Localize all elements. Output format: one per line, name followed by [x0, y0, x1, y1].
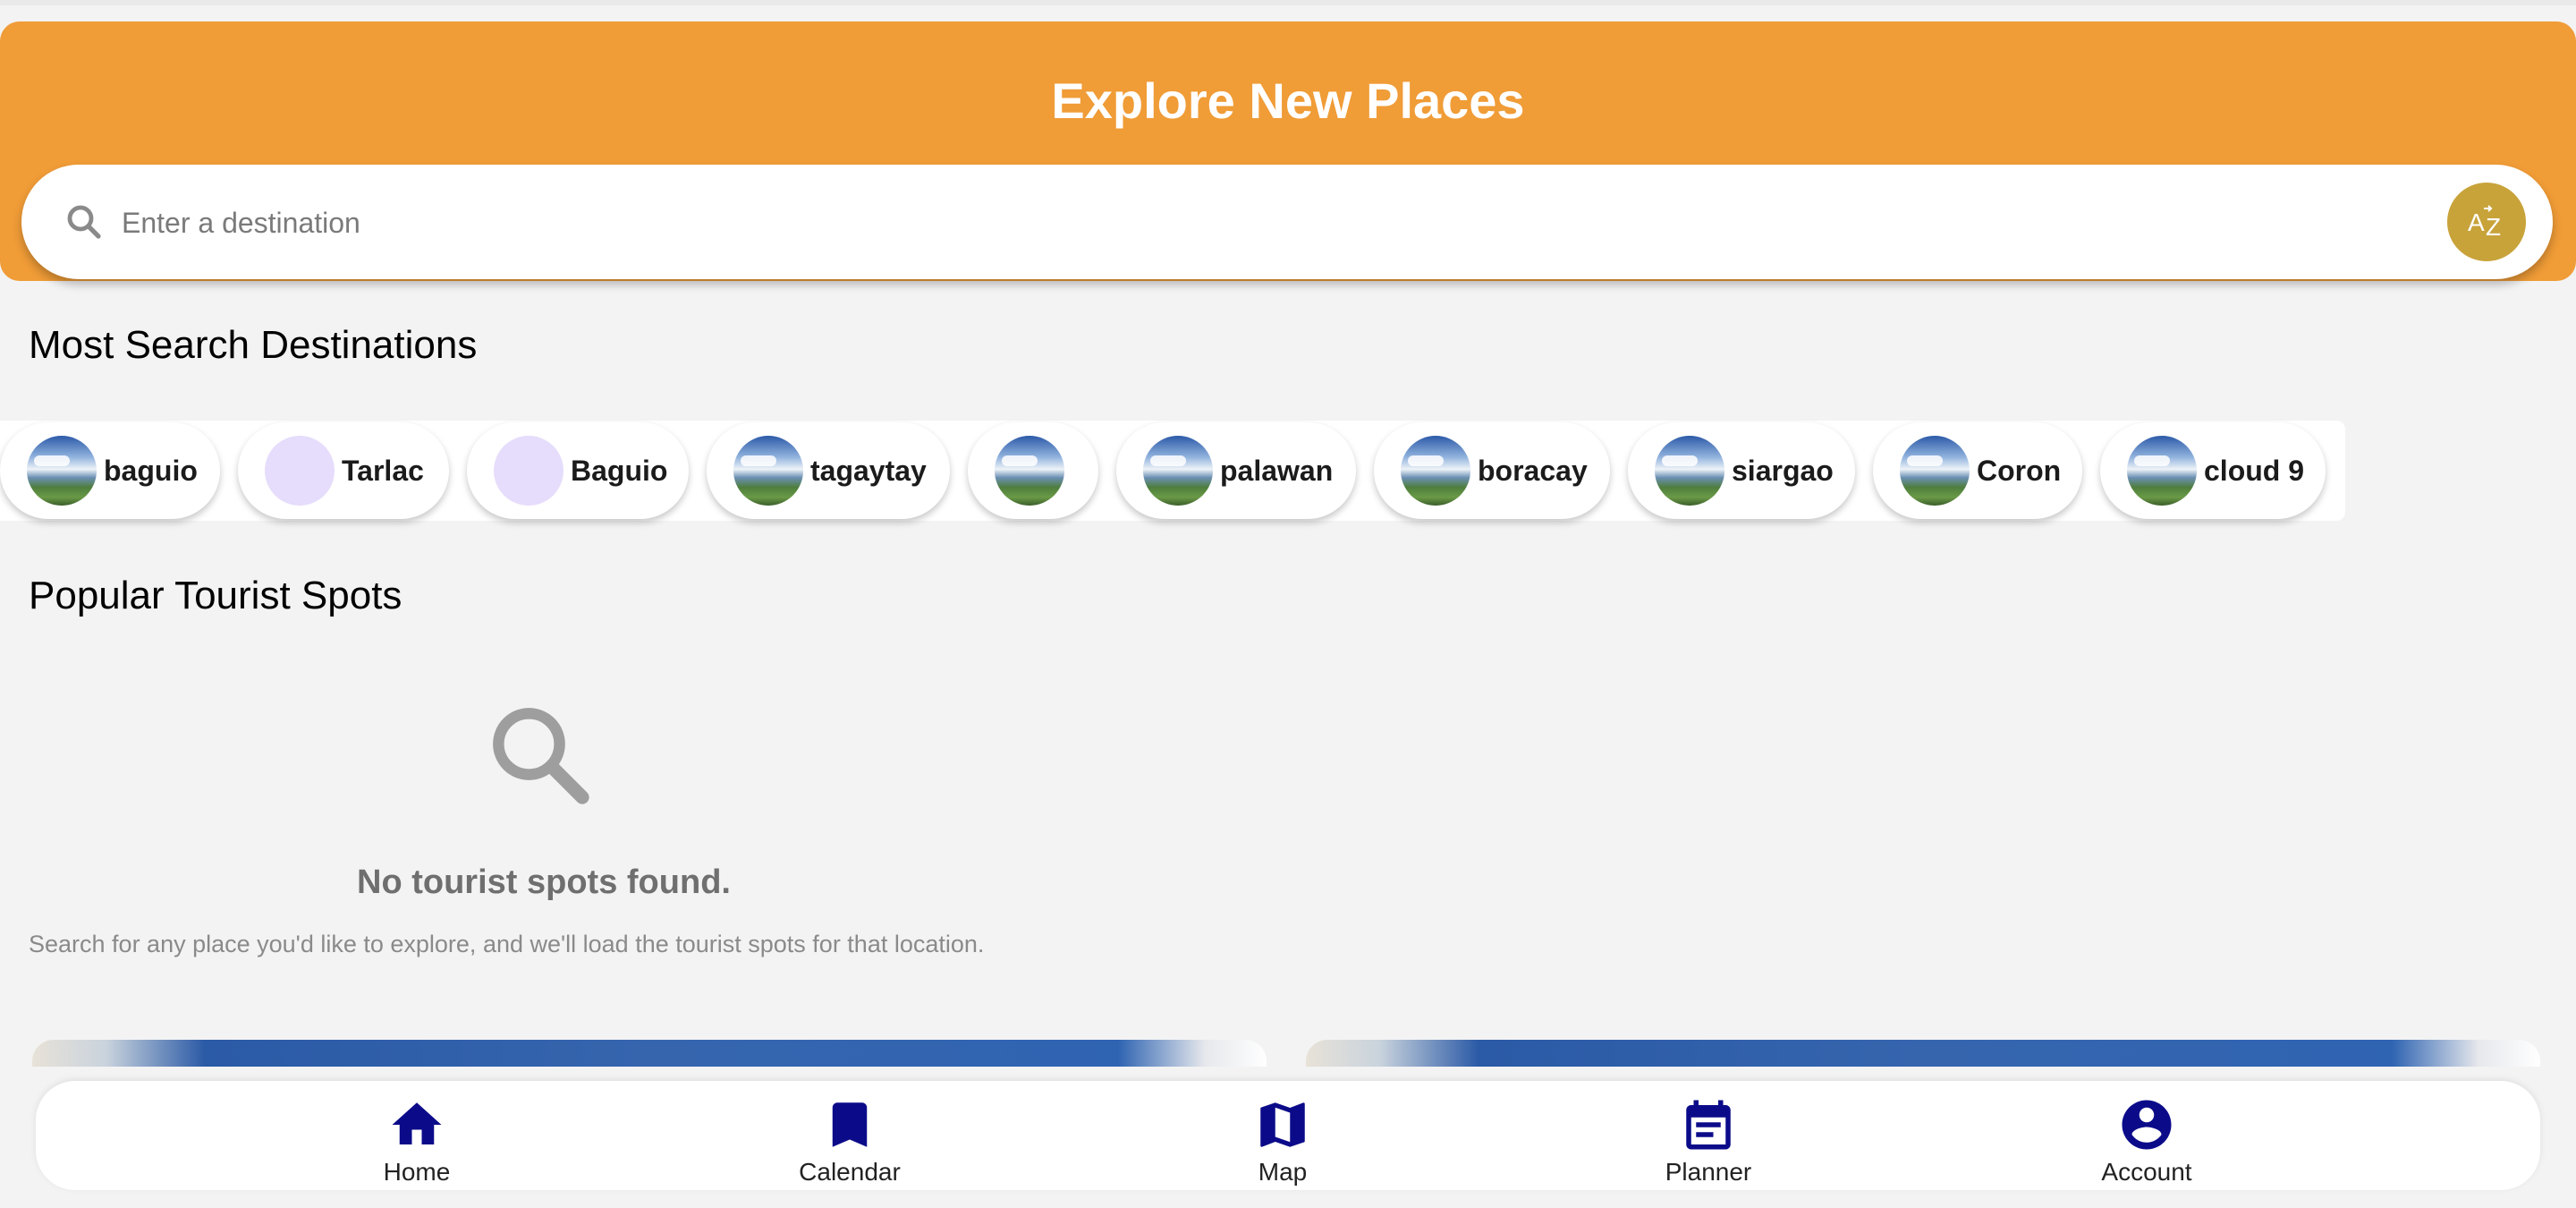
- svg-text:Z: Z: [2486, 213, 2501, 241]
- search-icon: [493, 708, 589, 804]
- sort-az-button[interactable]: A Z: [2447, 183, 2526, 261]
- destination-chip-label: Tarlac: [342, 454, 424, 487]
- empty-state-description: Search for any place you'd like to explo…: [29, 931, 985, 957]
- destination-avatar: [1655, 436, 1724, 506]
- account-icon: [2122, 1100, 2172, 1150]
- destination-chip[interactable]: Tarlac: [238, 422, 449, 519]
- destination-chip[interactable]: palawan: [1116, 422, 1356, 519]
- destination-chip[interactable]: baguio: [0, 422, 220, 519]
- destination-avatar: [265, 436, 335, 506]
- nav-label-account: Account: [2101, 1158, 2192, 1186]
- destination-avatar: [27, 436, 97, 506]
- empty-state-title: No tourist spots found.: [357, 863, 731, 901]
- most-searched-title: Most Search Destinations: [29, 323, 478, 367]
- destination-chip-label: Coron: [1977, 454, 2062, 487]
- page-title: Explore New Places: [1051, 72, 1525, 129]
- destination-avatar: [1900, 436, 1970, 506]
- destination-chip-label: tagaytay: [810, 454, 927, 487]
- nav-item-calendar[interactable]: Calendar: [751, 1090, 948, 1188]
- tourist-spot-card[interactable]: [32, 1040, 1267, 1067]
- nav-label-home: Home: [383, 1158, 451, 1186]
- destination-chip-label: boracay: [1478, 454, 1588, 487]
- destination-chip[interactable]: tagaytay: [707, 422, 950, 519]
- bookmark-icon: [832, 1102, 868, 1147]
- map-icon: [1260, 1102, 1305, 1147]
- destination-avatar: [995, 436, 1064, 506]
- destination-chip[interactable]: [968, 422, 1098, 519]
- destination-chip-label: siargao: [1732, 454, 1834, 487]
- destination-avatar: [1143, 436, 1213, 506]
- home-icon: [392, 1102, 442, 1144]
- nav-item-map[interactable]: Map: [1184, 1090, 1381, 1188]
- destination-chip[interactable]: Baguio: [467, 422, 689, 519]
- nav-label-map: Map: [1258, 1158, 1308, 1186]
- destination-avatar: [1401, 436, 1470, 506]
- destination-chip[interactable]: siargao: [1628, 422, 1855, 519]
- header: Explore New Places A Z: [0, 21, 2576, 281]
- search-input[interactable]: [120, 188, 2360, 258]
- top-edge: [0, 0, 2576, 5]
- search-icon: [67, 205, 101, 239]
- destination-chip-label: baguio: [104, 454, 198, 487]
- destination-chip-label: cloud 9: [2204, 454, 2305, 487]
- sort-az-icon: A Z: [2468, 205, 2501, 241]
- destination-chip[interactable]: Coron: [1873, 422, 2082, 519]
- planner-icon: [1686, 1100, 1731, 1150]
- destination-chip[interactable]: cloud 9: [2100, 422, 2326, 519]
- destination-avatar: [494, 436, 564, 506]
- destination-chip-label: palawan: [1220, 454, 1334, 487]
- destination-avatar: [2127, 436, 2197, 506]
- destination-avatar: [733, 436, 803, 506]
- search-bar[interactable]: A Z: [21, 165, 2553, 279]
- nav-item-home[interactable]: Home: [318, 1090, 515, 1188]
- bottom-navigation: Home Calendar Map Planner Account: [36, 1081, 2540, 1190]
- popular-spots-title: Popular Tourist Spots: [29, 574, 402, 617]
- nav-label-calendar: Calendar: [799, 1158, 901, 1186]
- destination-chip-label: Baguio: [571, 454, 668, 487]
- tourist-spot-card[interactable]: [1306, 1040, 2540, 1067]
- nav-label-planner: Planner: [1665, 1158, 1752, 1186]
- svg-text:A: A: [2468, 208, 2485, 236]
- nav-item-planner[interactable]: Planner: [1610, 1090, 1807, 1188]
- nav-item-account[interactable]: Account: [2048, 1090, 2245, 1188]
- destination-chip[interactable]: boracay: [1374, 422, 1610, 519]
